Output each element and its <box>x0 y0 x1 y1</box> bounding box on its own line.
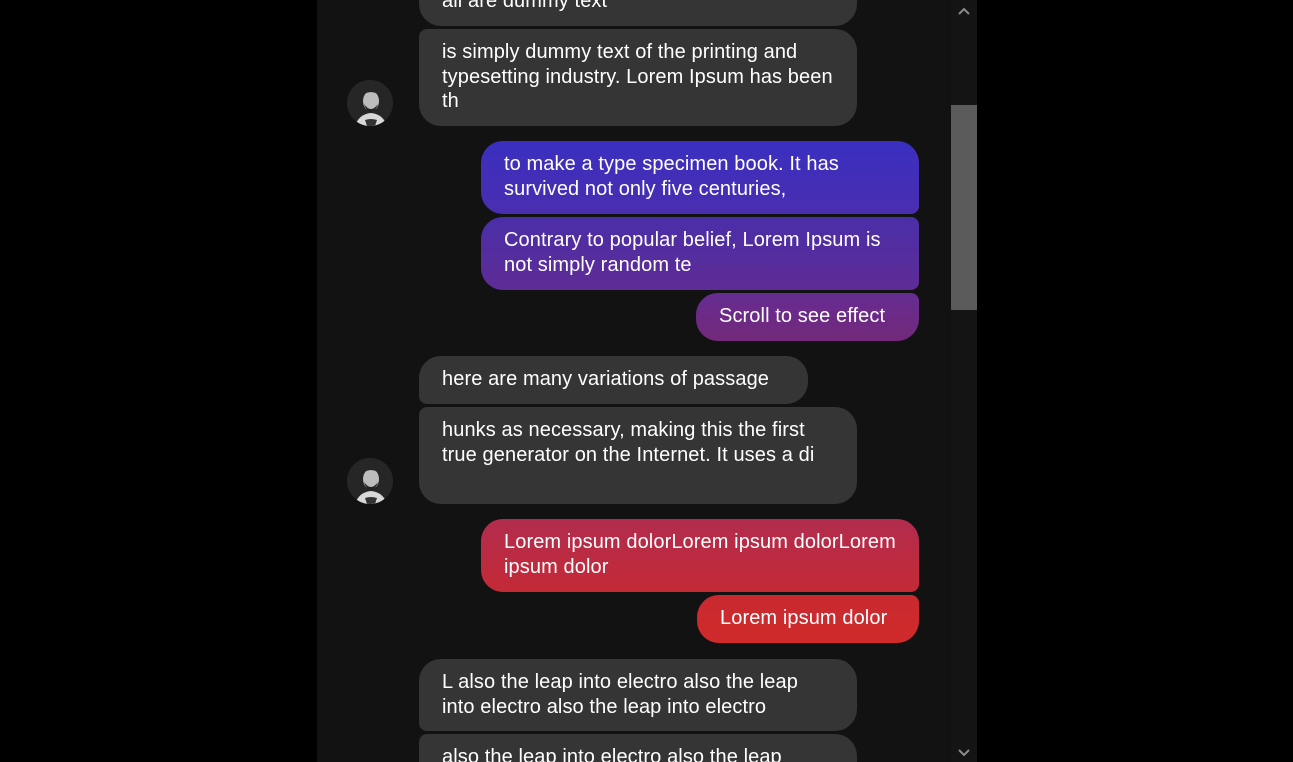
message-sent: Lorem ipsum dolorLorem ipsum dolorLorem … <box>481 519 919 592</box>
message-text: here are many variations of passage <box>442 368 770 390</box>
scrollbar[interactable] <box>951 0 977 762</box>
message-text: Scroll to see effect <box>719 305 886 327</box>
chevron-up-icon[interactable] <box>958 6 970 18</box>
message-text: L also the leap into electro also the le… <box>442 671 798 718</box>
message-sent: Lorem ipsum dolor <box>697 595 919 643</box>
message-sent: to make a type specimen book. It has sur… <box>481 141 919 214</box>
message-text: also the leap into electro also the leap <box>442 746 782 762</box>
chevron-down-icon[interactable] <box>958 746 970 758</box>
message-text: Lorem ipsum dolor <box>720 607 888 629</box>
message-received: here are many variations of passage <box>419 356 808 404</box>
message-text: all are dummy text <box>442 0 608 12</box>
scrollbar-thumb[interactable] <box>951 105 977 310</box>
message-received: also the leap into electro also the leap <box>419 734 857 762</box>
message-text: Lorem ipsum dolorLorem ipsum dolorLorem … <box>504 531 896 578</box>
message-received: L also the leap into electro also the le… <box>419 659 857 731</box>
message-text: is simply dummy text of the printing and… <box>442 41 833 112</box>
message-sent: Scroll to see effect <box>696 293 919 341</box>
chat-panel[interactable]: all are dummy text is simply dummy text … <box>317 0 977 762</box>
message-text: Contrary to popular belief, Lorem Ipsum … <box>504 229 881 276</box>
message-text: hunks as necessary, making this the firs… <box>442 419 815 466</box>
message-received: hunks as necessary, making this the firs… <box>419 407 857 504</box>
message-received: all are dummy text <box>419 0 857 26</box>
avatar[interactable] <box>347 80 393 126</box>
user-avatar-icon <box>347 458 393 504</box>
message-sent: Contrary to popular belief, Lorem Ipsum … <box>481 217 919 290</box>
message-received: is simply dummy text of the printing and… <box>419 29 857 126</box>
user-avatar-icon <box>347 80 393 126</box>
avatar[interactable] <box>347 458 393 504</box>
message-text: to make a type specimen book. It has sur… <box>504 153 839 200</box>
